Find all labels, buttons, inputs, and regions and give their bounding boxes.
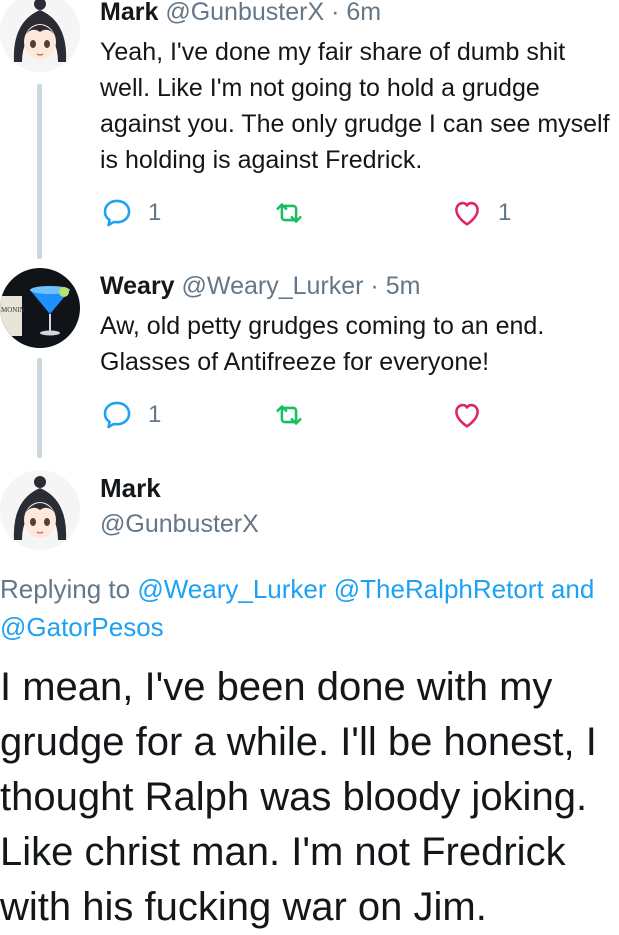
reply-button[interactable]: 1 [100, 398, 161, 432]
tweet-header: Mark @GunbusterX · 6m [100, 0, 381, 26]
handle[interactable]: @GunbusterX [165, 0, 324, 26]
retweet-icon [276, 203, 302, 223]
heart-icon [455, 201, 479, 226]
anime-girl-avatar-icon [0, 470, 80, 550]
tweet-text: Aw, old petty grudges coming to an end. … [100, 312, 545, 376]
anime-girl-avatar-icon [0, 0, 80, 72]
mention-link[interactable]: @Weary_Lurker [137, 574, 326, 604]
mention-link[interactable]: @TheRalphRetort [334, 574, 544, 604]
display-name[interactable]: Mark [100, 473, 161, 504]
retweet-button[interactable] [272, 398, 320, 432]
separator: · [324, 0, 347, 26]
replying-prefix: Replying to [0, 574, 131, 604]
tweet-text: Yeah, I've done my fair share of dumb sh… [100, 38, 610, 174]
cocktail-avatar-icon: MONIN [0, 268, 80, 348]
thread-line [37, 84, 42, 259]
drink-label: MONIN [1, 306, 25, 314]
like-button[interactable] [450, 398, 498, 432]
tweet-header: Weary @Weary_Lurker · 5m [100, 272, 420, 300]
retweet-button[interactable] [272, 196, 320, 230]
tweet-actions: 1 1 [100, 196, 610, 232]
reply-button[interactable]: 1 [100, 196, 161, 230]
retweet-icon [276, 405, 302, 425]
display-name[interactable]: Weary [100, 272, 175, 300]
timestamp[interactable]: 6m [346, 0, 381, 26]
reply-icon [103, 199, 131, 227]
like-count: 1 [498, 199, 512, 226]
handle[interactable]: @Weary_Lurker [182, 272, 364, 300]
avatar[interactable]: MONIN [0, 268, 80, 348]
reply-count: 1 [148, 199, 162, 226]
heart-icon [455, 403, 479, 428]
and-text: and [550, 574, 595, 604]
reply-icon [103, 401, 131, 429]
reply-count: 1 [148, 401, 162, 428]
like-button[interactable]: 1 [450, 196, 511, 230]
timestamp[interactable]: 5m [386, 272, 421, 300]
avatar[interactable] [0, 470, 80, 550]
replying-to: Replying to @Weary_Lurker @TheRalphRetor… [0, 570, 619, 646]
separator: · [363, 272, 386, 300]
tweet-text: I mean, I've been done with my grudge fo… [0, 665, 597, 929]
mention-link[interactable]: @GatorPesos [0, 612, 164, 642]
handle[interactable]: @GunbusterX [100, 510, 259, 539]
avatar[interactable] [0, 0, 80, 72]
tweet-actions: 1 [100, 398, 610, 434]
display-name[interactable]: Mark [100, 0, 158, 26]
thread-line [37, 358, 42, 458]
